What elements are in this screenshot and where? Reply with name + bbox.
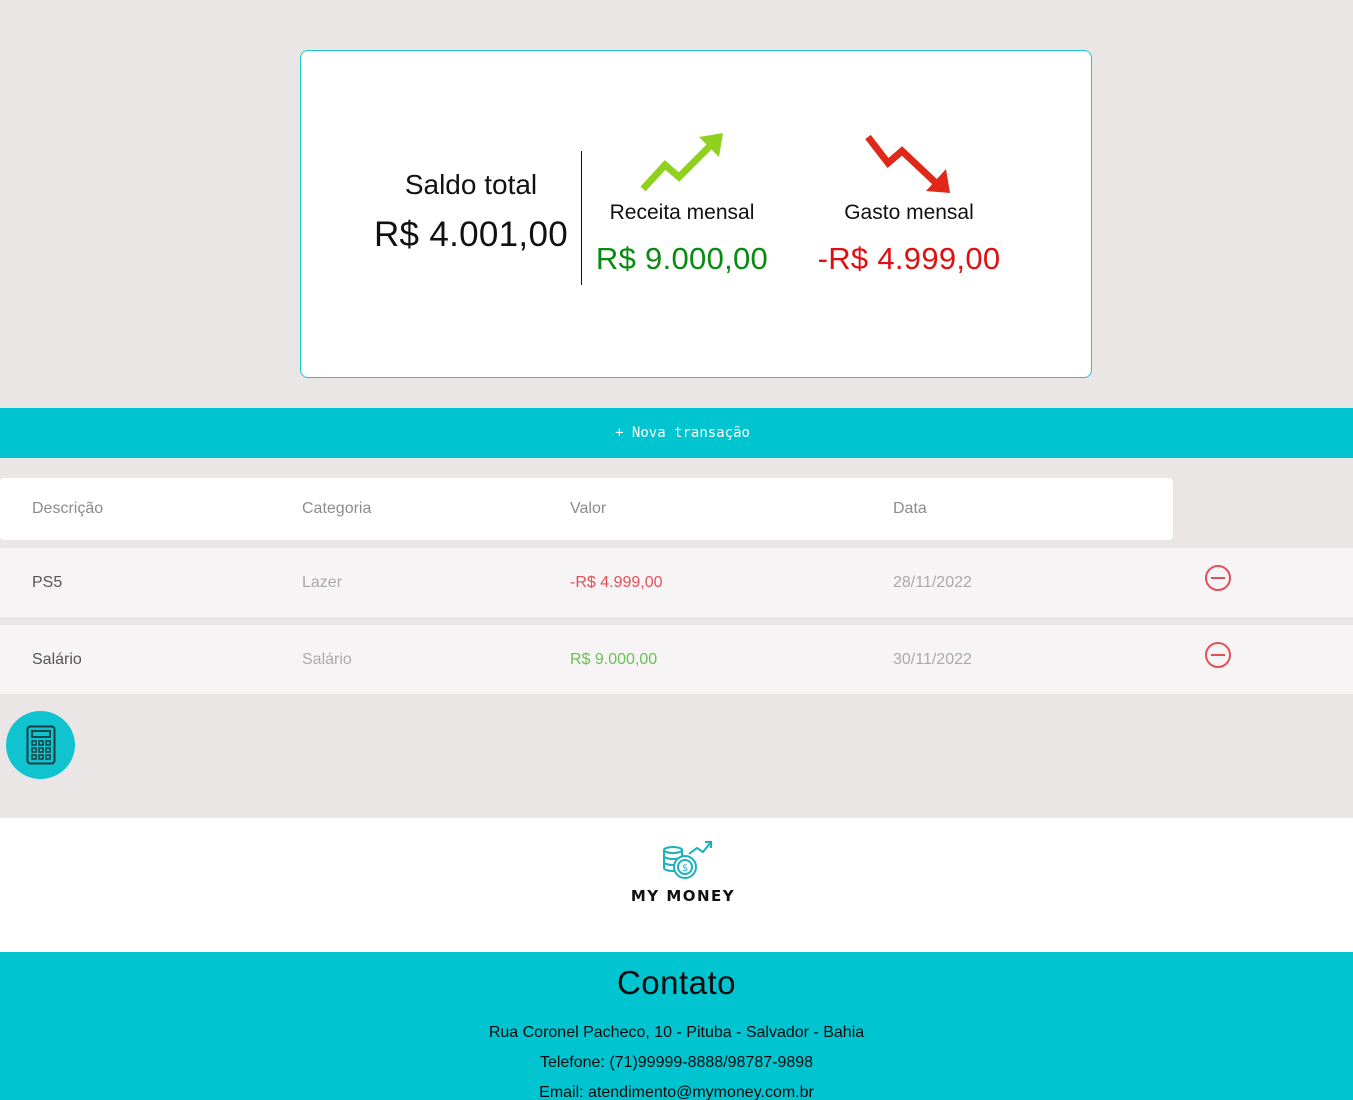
footer-email[interactable]: Email: atendimento@mymoney.com.br [0,1084,1353,1100]
row-descricao: PS5 [32,573,63,591]
calculator-icon [26,725,55,765]
remove-transaction-icon[interactable] [1203,640,1233,670]
table-row: PS5 Lazer -R$ 4.999,00 28/11/2022 [0,548,1353,617]
logo-text: MY MONEY [630,887,736,905]
receita-mensal-value: R$ 9.000,00 [595,241,769,276]
saldo-total-value: R$ 4.001,00 [373,215,568,254]
calculator-button[interactable] [6,711,75,779]
money-logo-icon: $ [663,841,712,879]
remove-transaction-icon[interactable] [1203,563,1233,593]
header-data: Data [893,500,927,517]
receita-mensal-label: Receita mensal [609,201,755,224]
saldo-total-label: Saldo total [404,169,538,200]
header-categoria: Categoria [302,500,372,517]
trend-down-icon [865,134,950,193]
gasto-mensal-block: Gasto mensal -R$ 4.999,00 [809,131,1009,277]
row-descricao: Salário [32,650,82,668]
gasto-mensal-value: -R$ 4.999,00 [817,241,1001,276]
header-valor: Valor [570,500,607,517]
logo-band: $ MY MONEY [0,818,1353,952]
svg-text:$: $ [682,863,688,874]
summary-divider [581,151,582,285]
row-valor: -R$ 4.999,00 [570,573,663,591]
footer-contact: Contato Rua Coronel Pacheco, 10 - Pituba… [0,952,1353,1100]
new-transaction-button[interactable]: + Nova transação [0,408,1353,458]
row-categoria: Lazer [302,573,343,591]
summary-card: Saldo total R$ 4.001,00 Receita mensal R… [300,50,1092,378]
table-row: Salário Salário R$ 9.000,00 30/11/2022 [0,625,1353,694]
saldo-total-block: Saldo total R$ 4.001,00 [361,169,581,255]
logo: $ MY MONEY [627,840,739,905]
table-header: Descrição Categoria Valor Data [0,478,1173,540]
row-categoria: Salário [302,650,352,668]
trend-up-icon [640,133,723,192]
row-data: 28/11/2022 [893,573,972,591]
row-data: 30/11/2022 [893,650,972,668]
header-descricao: Descrição [32,500,104,517]
new-transaction-label: + Nova transação [615,425,750,441]
gasto-mensal-label: Gasto mensal [844,201,974,224]
receita-mensal-block: Receita mensal R$ 9.000,00 [591,131,773,277]
footer-address: Rua Coronel Pacheco, 10 - Pituba - Salva… [488,1024,865,1041]
footer-phone: Telefone: (71)99999-8888/98787-9898 [539,1054,814,1071]
footer-title: Contato [616,964,737,1001]
row-valor: R$ 9.000,00 [570,650,658,668]
